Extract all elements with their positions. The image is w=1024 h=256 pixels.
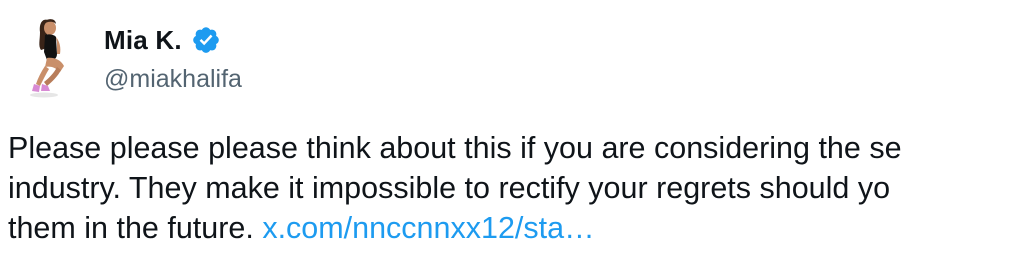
tweet-text-line-1: Please please please think about this if…: [8, 131, 902, 165]
tweet-text-line-2: industry. They make it impossible to rec…: [8, 171, 891, 205]
tweet-body: Please please please think about this if…: [8, 128, 1024, 248]
avatar-image: [30, 19, 64, 98]
tweet-text-line-3: them in the future. x.com/nnccnnxx12/sta…: [8, 208, 1024, 248]
author-avatar[interactable]: [14, 12, 88, 104]
tweet-text-line-3-text: them in the future.: [8, 211, 263, 245]
verified-badge-icon[interactable]: [191, 25, 221, 55]
tweet-card: Mia K. @miakhalifa Please please please …: [0, 0, 1024, 256]
author-display-name[interactable]: Mia K.: [104, 22, 182, 58]
tweet-link[interactable]: x.com/nnccnnxx12/sta…: [262, 211, 594, 245]
author-handle[interactable]: @miakhalifa: [104, 62, 242, 96]
author-name-row: Mia K.: [104, 22, 221, 58]
